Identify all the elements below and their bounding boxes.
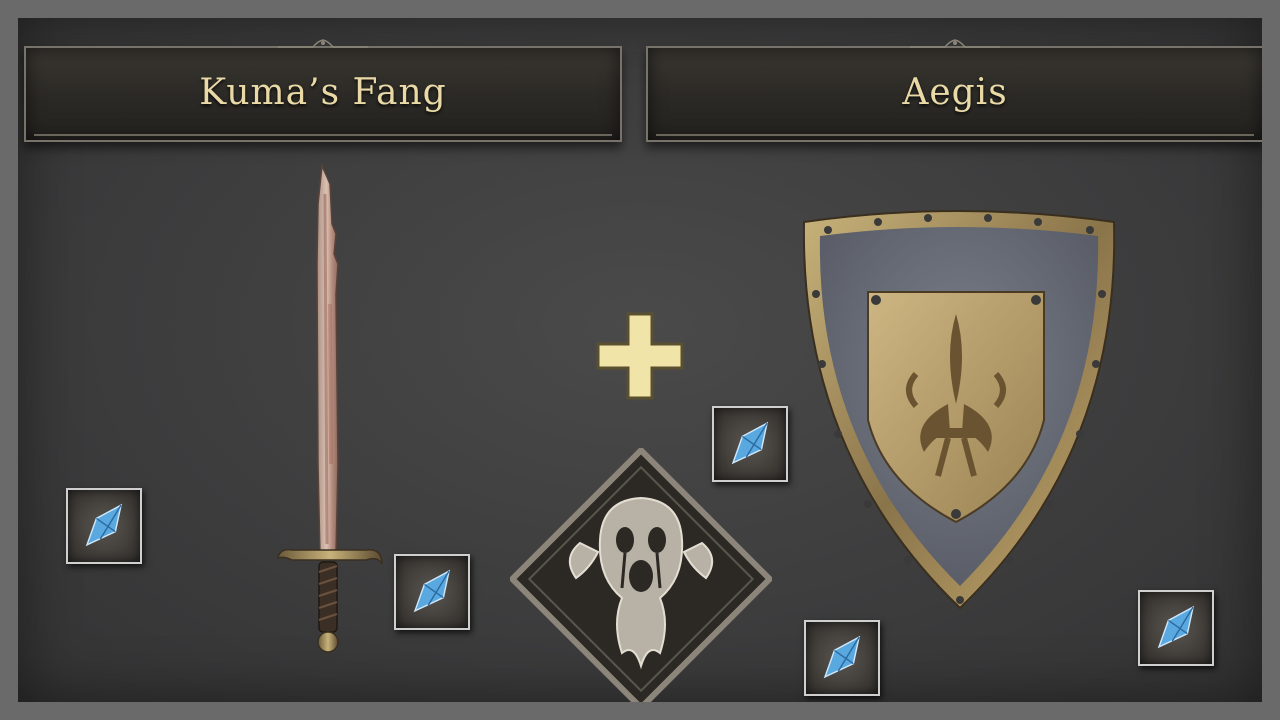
banner-ornament-icon [910,39,1000,48]
screaming-ghost-skill-icon [510,448,772,702]
gem-slot[interactable] [712,406,788,482]
left-item-name: Kuma’s Fang [199,72,447,113]
build-showcase: Kuma’s Fang Aegis [18,18,1262,702]
plus-icon [596,312,684,400]
right-item-name: Aegis [902,72,1008,113]
sword-icon [277,164,383,653]
banner-ornament-icon [278,39,368,48]
blue-crystal-icon [823,635,861,679]
gem-slot[interactable] [1138,590,1214,666]
right-item-banner: Aegis [646,39,1262,142]
blue-crystal-icon [731,421,769,465]
blue-crystal-icon [85,503,123,547]
blue-crystal-icon [413,569,451,613]
blue-crystal-icon [1157,605,1195,649]
shield-icon [802,210,1116,610]
gem-slot[interactable] [66,488,142,564]
gem-slot[interactable] [394,554,470,630]
gem-slot[interactable] [804,620,880,696]
left-item-banner: Kuma’s Fang [24,39,622,142]
